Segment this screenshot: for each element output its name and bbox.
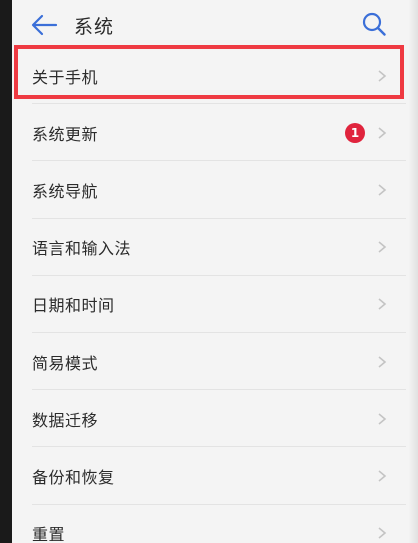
app-header: 系统 [12,0,418,48]
settings-list: 关于手机 系统更新 1 系统导航 语言和输入法 日期和时间 简易模式 数据迁移 … [12,47,418,543]
settings-item-reset[interactable]: 重置 [12,505,418,543]
notification-badge: 1 [345,122,365,143]
settings-item-backup-restore[interactable]: 备份和恢复 [12,447,418,505]
chevron-right-icon [378,527,387,539]
chevron-right-icon [378,470,387,482]
chevron-right-icon [378,69,387,82]
settings-item-date-time[interactable]: 日期和时间 [12,276,418,333]
arrow-left-icon[interactable] [30,13,58,37]
chevron-right-icon [378,413,387,425]
item-label: 日期和时间 [32,296,115,316]
chevron-right-icon [378,241,387,253]
chevron-right-icon [378,127,387,139]
chevron-right-icon [378,355,387,368]
settings-screen: 系统 关于手机 系统更新 1 系统导航 语言和输入法 日期和时间 简易模式 数据… [12,0,418,543]
settings-item-about-phone[interactable]: 关于手机 [12,47,418,105]
chevron-right-icon [378,184,387,196]
item-label: 简易模式 [32,353,99,373]
item-label: 系统导航 [32,181,99,201]
item-label: 备份和恢复 [32,467,115,487]
settings-item-language-input[interactable]: 语言和输入法 [12,219,418,276]
chevron-right-icon [378,298,387,310]
page-title: 系统 [74,16,115,38]
item-label: 系统更新 [32,124,99,144]
search-icon[interactable] [361,11,387,37]
settings-item-system-navigation[interactable]: 系统导航 [12,161,418,219]
settings-item-simple-mode[interactable]: 简易模式 [12,333,418,391]
settings-item-system-update[interactable]: 系统更新 1 [12,104,418,162]
item-label: 数据迁移 [32,410,99,430]
item-label: 关于手机 [32,67,99,87]
item-label: 重置 [32,525,66,543]
settings-item-data-migration[interactable]: 数据迁移 [12,390,418,448]
item-label: 语言和输入法 [32,239,132,259]
